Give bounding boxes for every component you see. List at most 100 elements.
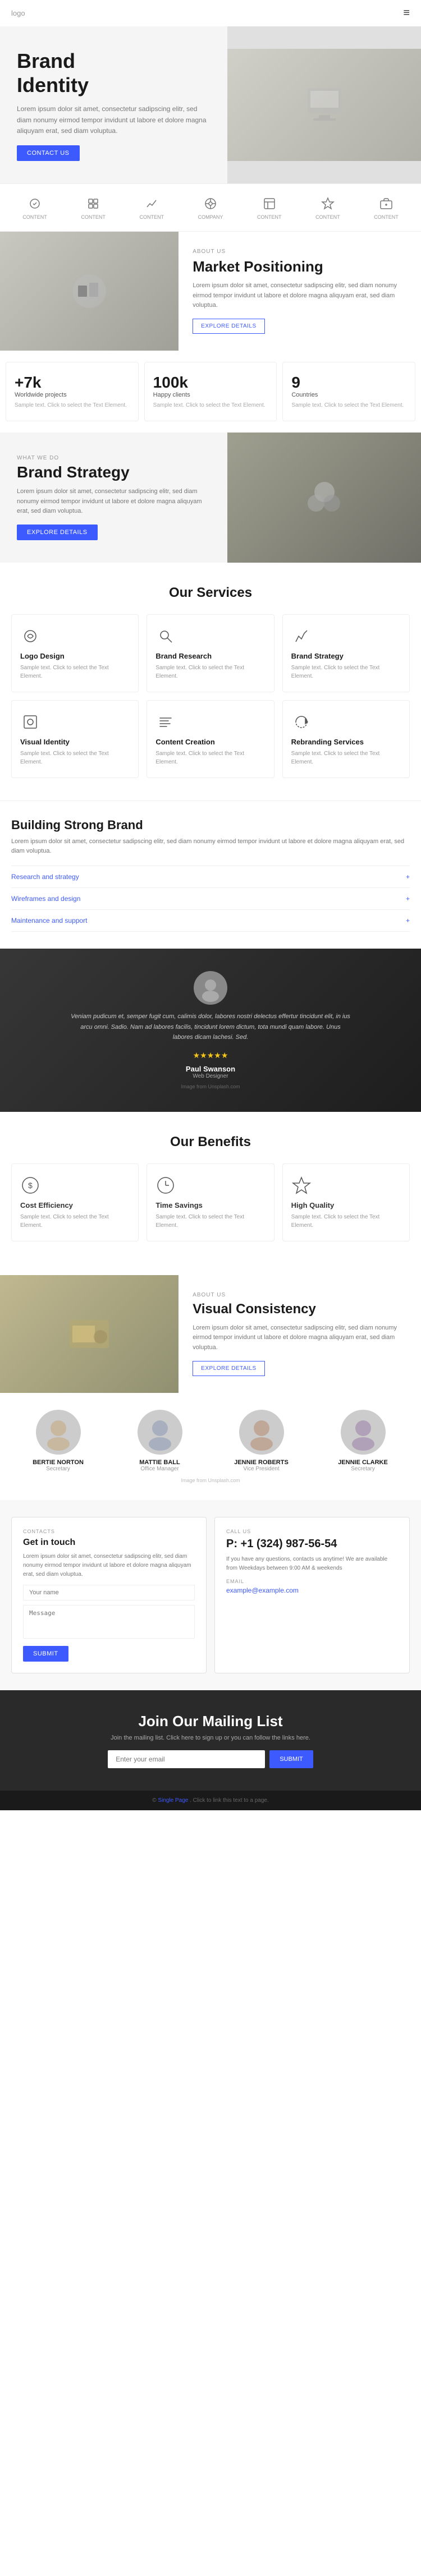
visual-description: Lorem ipsum dolor sit amet, consectetur … xyxy=(193,1323,407,1353)
benefit-icon-1 xyxy=(155,1175,176,1195)
contact-message-textarea[interactable] xyxy=(23,1605,195,1639)
hero-image xyxy=(227,26,421,183)
testimonial-role: Web Designer xyxy=(193,1073,228,1079)
service-card-2: Brand Strategy Sample text. Click to sel… xyxy=(282,614,410,692)
benefits-grid: $ Cost Efficiency Sample text. Click to … xyxy=(11,1163,410,1241)
benefit-card-0: $ Cost Efficiency Sample text. Click to … xyxy=(11,1163,139,1241)
service-desc-4: Sample text. Click to select the Text El… xyxy=(155,749,265,766)
testimonial-text: Veniam pudicum et, semper fugit cum, cal… xyxy=(70,1011,351,1043)
header: logo ≡ xyxy=(0,0,421,26)
hero-text: Brand Identity Lorem ipsum dolor sit ame… xyxy=(0,26,227,183)
icon-item-1: CONTENT xyxy=(22,195,47,220)
content-icon-3 xyxy=(145,197,158,210)
market-title: Market Positioning xyxy=(193,258,407,275)
stat-desc-1: Sample text. Click to select the Text El… xyxy=(153,402,268,410)
market-image-icon xyxy=(67,269,112,314)
market-image xyxy=(0,232,179,351)
footer-copy: © xyxy=(152,1797,158,1804)
service-title-2: Brand Strategy xyxy=(291,652,401,660)
market-description: Lorem ipsum dolor sit amet, consectetur … xyxy=(193,281,407,311)
team-section: BERTIE NORTON Secretary MATTIE BALL Offi… xyxy=(0,1393,421,1500)
visual-identity-icon xyxy=(22,714,39,730)
team-card-3: JENNIE CLARKE Secretary xyxy=(316,1410,410,1472)
contact-section: CONTACTS Get in touch Lorem ipsum dolor … xyxy=(0,1500,421,1690)
mailing-form: SUBMIT xyxy=(11,1750,410,1768)
accordion-label-0: Research and strategy xyxy=(11,873,79,881)
mailing-email-input[interactable] xyxy=(108,1750,265,1768)
service-desc-1: Sample text. Click to select the Text El… xyxy=(155,664,265,680)
service-desc-0: Sample text. Click to select the Text El… xyxy=(20,664,130,680)
testimonial-name: Paul Swanson xyxy=(186,1065,235,1073)
service-icon-4 xyxy=(155,712,176,732)
stat-card-2: 9 Countries Sample text. Click to select… xyxy=(282,362,415,421)
market-section: ABOUT US Market Positioning Lorem ipsum … xyxy=(0,232,421,351)
svg-text:$: $ xyxy=(28,1181,33,1190)
hero-section: Brand Identity Lorem ipsum dolor sit ame… xyxy=(0,26,421,183)
hero-cta-button[interactable]: CONTACT US xyxy=(17,145,80,161)
testimonial-section: Veniam pudicum et, semper fugit cum, cal… xyxy=(0,949,421,1112)
service-card-0: Logo Design Sample text. Click to select… xyxy=(11,614,139,692)
service-icon-3 xyxy=(20,712,40,732)
icons-row: CONTENT CONTENT CONTENT xyxy=(0,183,421,232)
services-section: Our Services Logo Design Sample text. Cl… xyxy=(0,563,421,801)
accordion-item-0[interactable]: Research and strategy + xyxy=(11,866,410,888)
team-avatar-2 xyxy=(239,1410,284,1455)
benefit-icon-2 xyxy=(291,1175,312,1195)
footer: © Single Page . Click to link this text … xyxy=(0,1791,421,1810)
call-phone: P: +1 (324) 987-56-54 xyxy=(226,1538,398,1551)
stat-number-1: 100k xyxy=(153,374,268,392)
accordion-icon-2[interactable]: + xyxy=(406,917,410,924)
benefits-title: Our Benefits xyxy=(11,1134,410,1150)
brand-strategy-title: Brand Strategy xyxy=(17,463,210,481)
contact-title: Get in touch xyxy=(23,1538,195,1548)
brand-strategy-cta-button[interactable]: EXPLORE DETAILS xyxy=(17,525,98,540)
service-icon-0 xyxy=(20,626,40,646)
brand-strategy-image xyxy=(227,433,421,563)
mailing-title: Join Our Mailing List xyxy=(11,1713,410,1730)
accordion-icon-1[interactable]: + xyxy=(406,895,410,903)
accordion-item-1[interactable]: Wireframes and design + xyxy=(11,888,410,910)
stat-number-0: +7k xyxy=(15,374,130,392)
team-role-3: Secretary xyxy=(316,1466,410,1472)
icon-item-6: CONTENT xyxy=(315,195,340,220)
contact-name-input[interactable] xyxy=(23,1585,195,1600)
service-desc-5: Sample text. Click to select the Text El… xyxy=(291,749,401,766)
footer-text: © Single Page . Click to link this text … xyxy=(11,1797,410,1804)
team-name-3: JENNIE CLARKE xyxy=(316,1459,410,1466)
accordion-icon-0[interactable]: + xyxy=(406,873,410,881)
testimonial-image-from: Image from Unsplash.com xyxy=(181,1084,240,1089)
brand-strategy-text: WHAT WE DO Brand Strategy Lorem ipsum do… xyxy=(0,433,227,563)
footer-link[interactable]: Single Page xyxy=(158,1797,188,1804)
benefit-desc-2: Sample text. Click to select the Text El… xyxy=(291,1213,401,1230)
service-title-3: Visual Identity xyxy=(20,738,130,746)
market-cta-button[interactable]: EXPLORE DETAILS xyxy=(193,319,264,334)
team-name-1: MATTIE BALL xyxy=(113,1459,207,1466)
visual-section: ABOUT US Visual Consistency Lorem ipsum … xyxy=(0,1275,421,1393)
team-card-2: JENNIE ROBERTS Vice President xyxy=(214,1410,308,1472)
team-card-1: MATTIE BALL Office Manager xyxy=(113,1410,207,1472)
icon-item-2: CONTENT xyxy=(81,195,106,220)
service-title-1: Brand Research xyxy=(155,652,265,660)
accordion-item-2[interactable]: Maintenance and support + xyxy=(11,910,410,932)
benefit-title-1: Time Savings xyxy=(155,1201,265,1209)
visual-cta-button[interactable]: EXPLORE DETAILS xyxy=(193,1361,264,1376)
contact-submit-button[interactable]: SUBMIT xyxy=(23,1646,68,1662)
services-grid: Logo Design Sample text. Click to select… xyxy=(11,614,410,778)
mailing-submit-button[interactable]: SUBMIT xyxy=(269,1750,313,1768)
stat-desc-2: Sample text. Click to select the Text El… xyxy=(291,402,406,410)
service-card-1: Brand Research Sample text. Click to sel… xyxy=(147,614,274,692)
content-icon-6 xyxy=(321,197,335,210)
brand-strategy-image-icon xyxy=(299,472,350,523)
service-title-5: Rebranding Services xyxy=(291,738,401,746)
testimonial-avatar xyxy=(194,971,227,1005)
services-title: Our Services xyxy=(11,585,410,601)
icon-item-5: CONTENT xyxy=(257,195,282,220)
mailing-section: Join Our Mailing List Join the mailing l… xyxy=(0,1690,421,1791)
menu-icon[interactable]: ≡ xyxy=(403,7,410,20)
team-name-2: JENNIE ROBERTS xyxy=(214,1459,308,1466)
visual-title: Visual Consistency xyxy=(193,1301,407,1318)
stat-label-2: Countries xyxy=(291,392,406,398)
benefit-desc-1: Sample text. Click to select the Text El… xyxy=(155,1213,265,1230)
visual-about-label: ABOUT US xyxy=(193,1292,407,1298)
hero-image-icon xyxy=(302,82,347,127)
